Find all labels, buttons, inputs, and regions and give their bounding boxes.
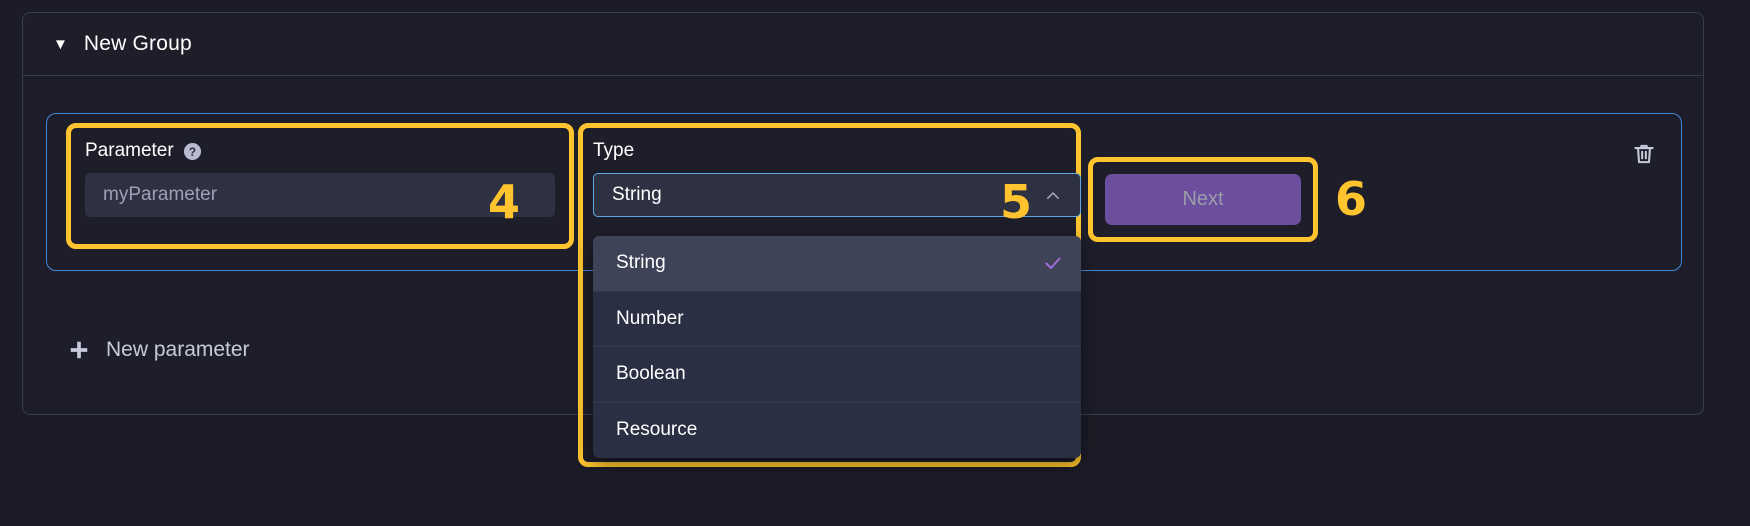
trash-icon[interactable] (1631, 140, 1657, 168)
dropdown-option-label: Boolean (616, 363, 686, 385)
chevron-up-icon[interactable] (1044, 187, 1062, 205)
type-select-value: String (612, 184, 662, 205)
annotation-number-4: 4 (488, 175, 521, 229)
new-parameter-button[interactable]: New parameter (68, 338, 250, 362)
dropdown-option-number[interactable]: Number (593, 292, 1081, 347)
annotation-number-5: 5 (1000, 175, 1033, 229)
dropdown-option-label: Number (616, 307, 684, 329)
parameter-label: Parameter (85, 140, 174, 161)
type-label: Type (593, 140, 635, 161)
parameter-label-row: Parameter ? (85, 140, 555, 162)
annotation-number-6: 6 (1335, 172, 1368, 226)
parameter-field-group: Parameter ? myParameter (85, 140, 555, 217)
next-button[interactable]: Next (1105, 174, 1301, 225)
group-header[interactable]: ▼ New Group (23, 13, 1703, 76)
parameter-input-placeholder: myParameter (103, 184, 218, 205)
dropdown-option-boolean[interactable]: Boolean (593, 347, 1081, 403)
parameter-input[interactable]: myParameter (85, 173, 555, 217)
screen-root: ▼ New Group New parameter Parameter ? my… (0, 0, 1750, 526)
dropdown-option-label: Resource (616, 419, 698, 441)
dropdown-option-resource[interactable]: Resource (593, 403, 1081, 459)
question-circle-icon[interactable]: ? (183, 142, 202, 161)
next-button-label: Next (1182, 188, 1224, 210)
type-label-row: Type (593, 140, 1081, 162)
chevron-down-icon[interactable]: ▼ (53, 37, 68, 52)
svg-text:?: ? (189, 144, 196, 158)
group-title: New Group (83, 32, 192, 55)
dropdown-option-label: String (616, 252, 666, 274)
check-icon (1043, 253, 1063, 273)
type-dropdown-menu[interactable]: String Number Boolean Resource (593, 236, 1081, 458)
dropdown-option-string[interactable]: String (593, 236, 1081, 292)
new-parameter-label: New parameter (106, 338, 250, 361)
plus-icon (68, 339, 90, 361)
